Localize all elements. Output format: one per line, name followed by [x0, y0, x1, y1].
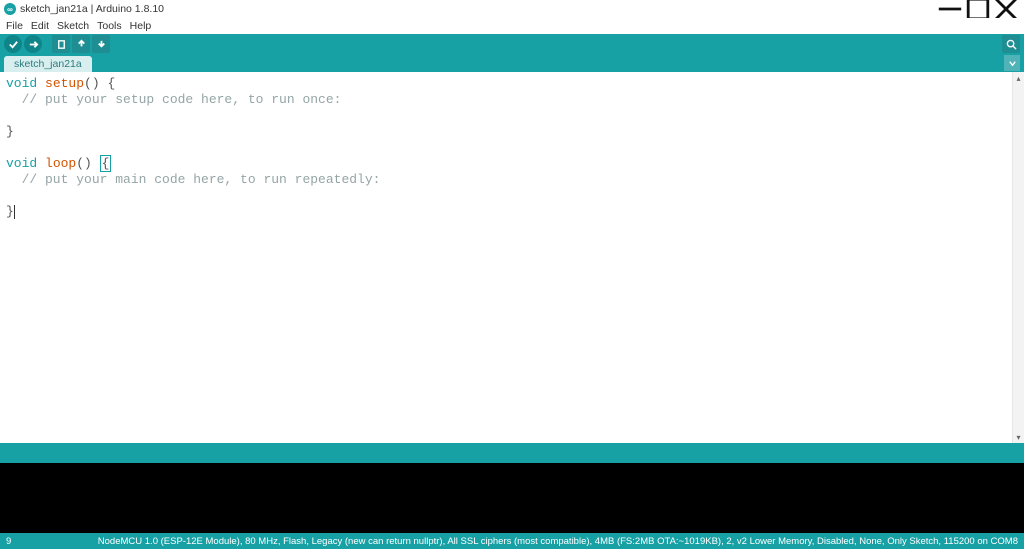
serial-monitor-button[interactable]	[1002, 35, 1020, 53]
tab-sketch[interactable]: sketch_jan21a	[4, 56, 92, 72]
code-editor[interactable]: void setup() { // put your setup code he…	[0, 72, 1012, 443]
line-number: 9	[6, 536, 46, 547]
verify-button[interactable]	[4, 35, 22, 53]
function-name: loop	[45, 156, 76, 171]
comment: // put your setup code here, to run once…	[6, 92, 341, 107]
toolbar	[0, 34, 1024, 54]
tab-menu-button[interactable]	[1004, 55, 1020, 71]
matched-brace: {	[100, 155, 112, 172]
text-caret	[14, 205, 15, 219]
window-title: sketch_jan21a | Arduino 1.8.10	[20, 3, 936, 15]
upload-button[interactable]	[24, 35, 42, 53]
board-info: NodeMCU 1.0 (ESP-12E Module), 80 MHz, Fl…	[46, 536, 1018, 547]
function-name: setup	[45, 76, 84, 91]
new-button[interactable]	[52, 35, 70, 53]
vertical-scrollbar[interactable]: ▴ ▾	[1012, 72, 1024, 443]
menu-tools[interactable]: Tools	[93, 19, 126, 33]
title-bar: ∞ sketch_jan21a | Arduino 1.8.10	[0, 0, 1024, 18]
brace: }	[6, 124, 14, 139]
close-button[interactable]	[992, 0, 1020, 18]
editor-area: void setup() { // put your setup code he…	[0, 72, 1024, 443]
punct: ()	[76, 156, 99, 171]
menu-bar: File Edit Sketch Tools Help	[0, 18, 1024, 34]
status-bar: 9 NodeMCU 1.0 (ESP-12E Module), 80 MHz, …	[0, 533, 1024, 549]
comment: // put your main code here, to run repea…	[6, 172, 380, 187]
menu-edit[interactable]: Edit	[27, 19, 53, 33]
maximize-button[interactable]	[964, 0, 992, 18]
scroll-up-icon[interactable]: ▴	[1013, 72, 1024, 84]
tab-strip: sketch_jan21a	[0, 54, 1024, 72]
keyword: void	[6, 76, 37, 91]
open-button[interactable]	[72, 35, 90, 53]
arduino-icon: ∞	[4, 3, 16, 15]
punct: () {	[84, 76, 115, 91]
console-separator	[0, 443, 1024, 463]
output-console[interactable]	[0, 463, 1024, 533]
minimize-button[interactable]	[936, 0, 964, 18]
brace: }	[6, 204, 14, 219]
keyword: void	[6, 156, 37, 171]
menu-file[interactable]: File	[2, 19, 27, 33]
save-button[interactable]	[92, 35, 110, 53]
menu-help[interactable]: Help	[126, 19, 156, 33]
menu-sketch[interactable]: Sketch	[53, 19, 93, 33]
scroll-down-icon[interactable]: ▾	[1013, 431, 1024, 443]
